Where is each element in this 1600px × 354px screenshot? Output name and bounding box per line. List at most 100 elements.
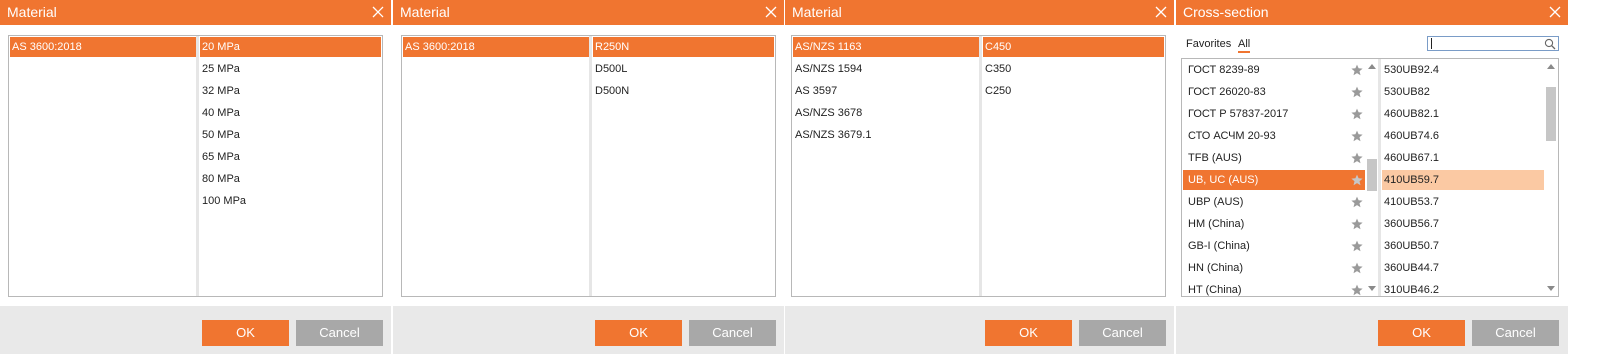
list-item[interactable]: C450 (983, 37, 1164, 57)
close-icon[interactable] (764, 5, 778, 19)
standard-list: AS/NZS 1163 AS/NZS 1594 AS 3597 AS/NZS 3… (792, 36, 980, 296)
list-item[interactable]: 50 MPa (200, 125, 381, 145)
ok-button[interactable]: OK (1378, 320, 1465, 346)
list-item[interactable]: AS/NZS 1163 (793, 37, 979, 57)
list-item[interactable]: UB, UC (AUS) (1183, 170, 1365, 190)
list-item[interactable]: AS/NZS 1594 (793, 59, 979, 79)
list-item[interactable]: 25 MPa (200, 59, 381, 79)
section-list-scrollbar[interactable] (1545, 59, 1557, 296)
tab-all[interactable]: All (1238, 37, 1251, 53)
dialog-title: Material (393, 0, 784, 25)
material-dialog-3: Material AS/NZS 1163 AS/NZS 1594 AS 3597… (785, 0, 1174, 354)
list-item[interactable]: TFB (AUS) (1183, 148, 1365, 168)
list-item[interactable]: СТО АСЧМ 20-93 (1183, 126, 1365, 146)
grade-list: R250N D500L D500N (592, 36, 775, 296)
list-item[interactable]: C250 (983, 81, 1164, 101)
close-icon[interactable] (1154, 5, 1168, 19)
list-item[interactable]: AS 3600:2018 (10, 37, 196, 57)
dialog-title-text: Material (7, 4, 57, 20)
list-item[interactable]: R250N (593, 37, 774, 57)
scroll-down-icon[interactable] (1368, 286, 1376, 292)
search-field[interactable] (1427, 36, 1559, 51)
list-item[interactable]: 100 MPa (200, 191, 381, 211)
standard-list: ГОСТ 8239-89 ГОСТ 26020-83 ГОСТ Р 57837-… (1182, 59, 1378, 296)
list-item[interactable]: C350 (983, 59, 1164, 79)
list-item[interactable]: 360UB50.7 (1382, 236, 1544, 256)
list-item[interactable]: ГОСТ Р 57837-2017 (1183, 104, 1365, 124)
star-icon[interactable] (1351, 196, 1363, 208)
cross-section-list-box: ГОСТ 8239-89 ГОСТ 26020-83 ГОСТ Р 57837-… (1181, 58, 1559, 297)
list-item-label: UB, UC (AUS) (1188, 174, 1259, 186)
cancel-button[interactable]: Cancel (1472, 320, 1559, 346)
list-item-label: ГОСТ 8239-89 (1188, 64, 1260, 76)
star-icon[interactable] (1351, 284, 1363, 296)
list-item[interactable]: D500L (593, 59, 774, 79)
list-item[interactable]: AS 3600:2018 (403, 37, 589, 57)
list-item[interactable]: HM (China) (1183, 214, 1365, 234)
list-item[interactable]: 460UB82.1 (1382, 104, 1544, 124)
list-item[interactable]: 410UB53.7 (1382, 192, 1544, 212)
list-item[interactable]: 530UB82 (1382, 82, 1544, 102)
list-item[interactable]: 80 MPa (200, 169, 381, 189)
cancel-button[interactable]: Cancel (1079, 320, 1166, 346)
grade-list: 20 MPa 25 MPa 32 MPa 40 MPa 50 MPa 65 MP… (199, 36, 382, 296)
star-icon[interactable] (1351, 218, 1363, 230)
star-icon[interactable] (1351, 240, 1363, 252)
scroll-down-icon[interactable] (1547, 286, 1555, 292)
list-item[interactable]: 360UB44.7 (1382, 258, 1544, 278)
search-input[interactable] (1430, 37, 1538, 50)
list-item[interactable]: UBP (AUS) (1183, 192, 1365, 212)
scrollbar-thumb[interactable] (1367, 159, 1377, 191)
cancel-button[interactable]: Cancel (689, 320, 776, 346)
star-icon[interactable] (1351, 262, 1363, 274)
ok-button[interactable]: OK (985, 320, 1072, 346)
list-item[interactable]: HN (China) (1183, 258, 1365, 278)
dialog-title: Material (785, 0, 1174, 25)
cancel-button[interactable]: Cancel (296, 320, 383, 346)
list-item-label: HN (China) (1188, 262, 1244, 274)
tab-favorites[interactable]: Favorites (1186, 37, 1231, 51)
list-item-label: UBP (AUS) (1188, 196, 1244, 208)
list-item[interactable]: 65 MPa (200, 147, 381, 167)
standard-list-scrollbar[interactable] (1366, 59, 1378, 296)
list-item[interactable]: 20 MPa (200, 37, 381, 57)
list-item[interactable]: ГОСТ 8239-89 (1183, 60, 1365, 80)
list-item[interactable]: 310UB46.2 (1382, 280, 1544, 296)
list-item-label: ГОСТ Р 57837-2017 (1188, 108, 1289, 120)
list-item[interactable]: AS/NZS 3678 (793, 103, 979, 123)
star-icon[interactable] (1351, 130, 1363, 142)
grade-list: C450 C350 C250 (982, 36, 1165, 296)
close-icon[interactable] (371, 5, 385, 19)
list-item[interactable]: 360UB56.7 (1382, 214, 1544, 234)
list-item[interactable]: D500N (593, 81, 774, 101)
scroll-up-icon[interactable] (1368, 63, 1376, 69)
ok-button[interactable]: OK (595, 320, 682, 346)
star-icon[interactable] (1351, 174, 1363, 186)
star-icon[interactable] (1351, 108, 1363, 120)
dialog-title-text: Material (792, 4, 842, 20)
list-item[interactable]: 530UB92.4 (1382, 60, 1544, 80)
list-item[interactable]: 410UB59.7 (1382, 170, 1544, 190)
dialog-footer: OK Cancel (785, 306, 1174, 354)
close-icon[interactable] (1548, 5, 1562, 19)
scroll-up-icon[interactable] (1547, 63, 1555, 69)
star-icon[interactable] (1351, 86, 1363, 98)
star-icon[interactable] (1351, 64, 1363, 76)
list-item[interactable]: 32 MPa (200, 81, 381, 101)
ok-button[interactable]: OK (202, 320, 289, 346)
list-item[interactable]: HT (China) (1183, 280, 1365, 296)
list-item[interactable]: 460UB67.1 (1382, 148, 1544, 168)
list-item[interactable]: AS 3597 (793, 81, 979, 101)
list-item[interactable]: ГОСТ 26020-83 (1183, 82, 1365, 102)
list-item[interactable]: GB-I (China) (1183, 236, 1365, 256)
search-icon[interactable] (1544, 38, 1556, 50)
list-item[interactable]: AS/NZS 3679.1 (793, 125, 979, 145)
standard-list: AS 3600:2018 (402, 36, 590, 296)
star-icon[interactable] (1351, 152, 1363, 164)
scrollbar-thumb[interactable] (1546, 87, 1556, 141)
material-list-box: AS/NZS 1163 AS/NZS 1594 AS 3597 AS/NZS 3… (791, 35, 1166, 297)
list-item-label: HT (China) (1188, 284, 1242, 296)
list-item[interactable]: 460UB74.6 (1382, 126, 1544, 146)
dialog-footer: OK Cancel (393, 306, 784, 354)
list-item[interactable]: 40 MPa (200, 103, 381, 123)
